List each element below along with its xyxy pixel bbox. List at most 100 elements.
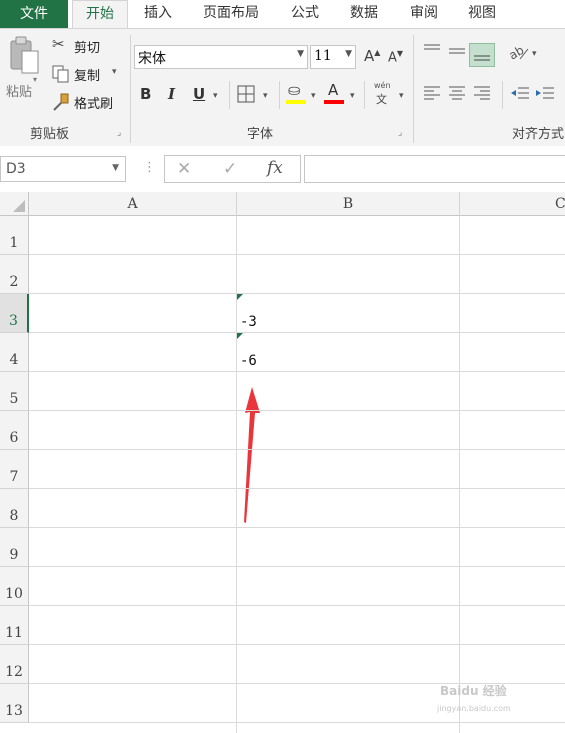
decrease-indent-icon[interactable] bbox=[510, 85, 530, 101]
font-dialog-launcher[interactable]: ⌟ bbox=[398, 128, 402, 138]
clipboard-group-label: 剪贴板 bbox=[30, 127, 70, 142]
chevron-down-icon: ▼ bbox=[345, 49, 352, 59]
clipboard-dialog-launcher[interactable]: ⌟ bbox=[117, 128, 121, 138]
grid-line bbox=[29, 605, 565, 606]
paste-dropdown-arrow[interactable]: ▾ bbox=[33, 75, 37, 84]
underline-dropdown-arrow[interactable]: ▾ bbox=[213, 91, 218, 101]
borders-dropdown-arrow[interactable]: ▾ bbox=[263, 91, 268, 101]
paste-label: 粘贴 bbox=[6, 85, 33, 100]
row-number: 4 bbox=[9, 352, 19, 368]
grid-line bbox=[29, 332, 565, 333]
grow-font-button[interactable]: A▲ bbox=[364, 47, 380, 65]
align-middle-icon[interactable] bbox=[448, 43, 466, 59]
column-header-c[interactable]: C bbox=[460, 192, 565, 216]
row-header-1[interactable]: 1 bbox=[0, 216, 29, 255]
group-separator bbox=[413, 35, 414, 143]
tab-data[interactable]: 数据 bbox=[342, 0, 386, 28]
font-name-combo[interactable]: 宋体 ▼ bbox=[134, 45, 308, 69]
column-header-a[interactable]: A bbox=[29, 192, 237, 216]
row-header-5[interactable]: 5 bbox=[0, 372, 29, 411]
select-all-button[interactable] bbox=[0, 192, 29, 216]
row-header-7[interactable]: 7 bbox=[0, 450, 29, 489]
cut-button[interactable]: ✂ 剪切 bbox=[50, 35, 120, 57]
row-number: 10 bbox=[5, 586, 23, 602]
bold-button[interactable]: B bbox=[140, 85, 151, 103]
row-header-2[interactable]: 2 bbox=[0, 255, 29, 294]
phonetic-button[interactable]: wén 文 bbox=[372, 81, 396, 107]
alignment-group-label: 对齐方式 bbox=[512, 127, 565, 142]
font-size-combo[interactable]: 11 ▼ bbox=[310, 45, 356, 69]
row-header-6[interactable]: 6 bbox=[0, 411, 29, 450]
align-bottom-icon bbox=[474, 55, 490, 61]
row-header-10[interactable]: 10 bbox=[0, 567, 29, 606]
phonetic-char-icon: 文 bbox=[376, 93, 387, 106]
orientation-dropdown-arrow[interactable]: ▾ bbox=[532, 49, 537, 59]
error-indicator-b3[interactable] bbox=[237, 294, 243, 300]
copy-dropdown-arrow: ▾ bbox=[112, 67, 117, 77]
font-color-dropdown-arrow[interactable]: ▾ bbox=[350, 91, 355, 101]
tab-view[interactable]: 视图 bbox=[460, 0, 504, 28]
formula-input[interactable] bbox=[304, 155, 565, 183]
group-separator bbox=[130, 35, 131, 143]
underline-button[interactable]: U bbox=[193, 85, 205, 103]
grid-line bbox=[29, 410, 565, 411]
font-name-value: 宋体 bbox=[138, 51, 166, 67]
italic-button[interactable]: I bbox=[168, 85, 175, 103]
cell-b3[interactable]: -3 bbox=[240, 314, 257, 330]
name-box-value: D3 bbox=[6, 161, 26, 177]
align-bottom-button[interactable] bbox=[469, 43, 495, 67]
row-number: 1 bbox=[9, 235, 19, 251]
grid-line bbox=[29, 722, 565, 723]
shrink-font-icon: A bbox=[388, 50, 397, 66]
row-number: 12 bbox=[5, 664, 23, 680]
copy-button[interactable]: 复制 ▾ bbox=[50, 63, 124, 85]
format-painter-button[interactable]: 格式刷 bbox=[50, 91, 124, 113]
row-header-13[interactable]: 13 bbox=[0, 684, 29, 723]
column-header-b[interactable]: B bbox=[237, 192, 460, 216]
align-center-icon[interactable] bbox=[448, 85, 466, 101]
fill-color-swatch bbox=[286, 100, 306, 104]
enter-icon[interactable]: ✓ bbox=[223, 159, 237, 179]
text-orientation-icon[interactable]: ab bbox=[508, 43, 530, 61]
align-left-icon[interactable] bbox=[423, 85, 441, 101]
error-indicator-b4[interactable] bbox=[237, 333, 243, 339]
divider bbox=[279, 81, 280, 109]
fill-color-button[interactable]: ⛀ bbox=[286, 81, 308, 105]
align-right-icon[interactable] bbox=[473, 85, 491, 101]
shrink-font-button[interactable]: A▼ bbox=[388, 49, 403, 65]
tab-home[interactable]: 开始 bbox=[72, 0, 128, 29]
copy-label: 复制 bbox=[74, 69, 101, 84]
grid-line bbox=[29, 566, 565, 567]
row-header-8[interactable]: 8 bbox=[0, 489, 29, 528]
format-painter-label: 格式刷 bbox=[74, 97, 114, 112]
row-number: 2 bbox=[9, 274, 19, 290]
grow-font-icon: A bbox=[364, 47, 375, 65]
tab-file[interactable]: 文件 bbox=[0, 0, 68, 28]
align-top-icon[interactable] bbox=[423, 43, 441, 59]
cancel-icon[interactable]: ✕ bbox=[177, 159, 191, 179]
font-color-swatch bbox=[324, 100, 344, 104]
insert-function-icon[interactable]: fx bbox=[267, 158, 283, 178]
paste-button[interactable]: 粘贴 bbox=[4, 35, 44, 107]
chevron-down-icon: ▼ bbox=[112, 163, 119, 173]
borders-icon[interactable] bbox=[237, 85, 257, 103]
tab-formulas[interactable]: 公式 bbox=[283, 0, 327, 28]
row-number: 5 bbox=[9, 391, 19, 407]
select-all-triangle-icon bbox=[13, 200, 25, 212]
row-header-9[interactable]: 9 bbox=[0, 528, 29, 567]
tab-insert[interactable]: 插入 bbox=[134, 0, 182, 28]
name-box[interactable]: D3 ▼ bbox=[0, 156, 126, 182]
row-number: 6 bbox=[9, 430, 19, 446]
phonetic-dropdown-arrow[interactable]: ▾ bbox=[399, 91, 404, 101]
cell-b4[interactable]: -6 bbox=[240, 353, 257, 369]
row-header-3[interactable]: 3 bbox=[0, 294, 29, 333]
row-header-4[interactable]: 4 bbox=[0, 333, 29, 372]
row-header-12[interactable]: 12 bbox=[0, 645, 29, 684]
font-color-button[interactable]: A bbox=[324, 81, 346, 105]
tab-review[interactable]: 审阅 bbox=[402, 0, 446, 28]
row-header-11[interactable]: 11 bbox=[0, 606, 29, 645]
more-options-icon[interactable]: ⋮ bbox=[143, 160, 156, 175]
tab-page-layout[interactable]: 页面布局 bbox=[195, 0, 267, 28]
increase-indent-icon[interactable] bbox=[535, 85, 555, 101]
fill-color-dropdown-arrow[interactable]: ▾ bbox=[311, 91, 316, 101]
